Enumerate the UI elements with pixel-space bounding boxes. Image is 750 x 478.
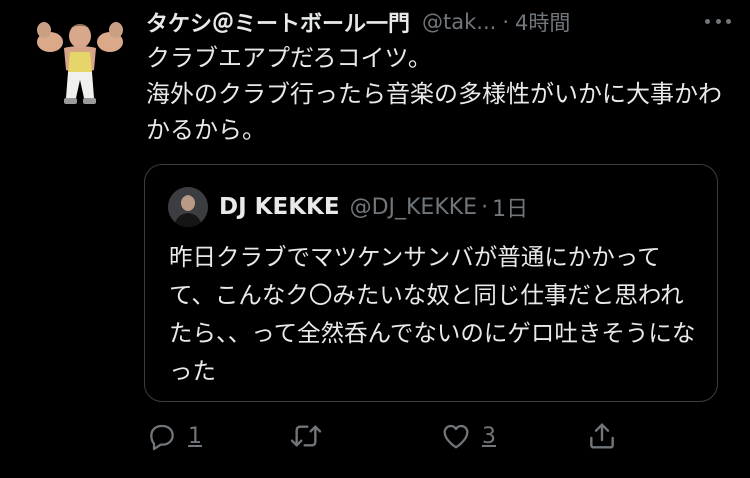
like-count[interactable]: 3 xyxy=(482,424,496,449)
share-icon xyxy=(590,423,614,449)
separator-dot: · xyxy=(481,194,489,220)
heart-icon xyxy=(443,424,469,449)
author-avatar[interactable] xyxy=(34,16,126,108)
author-handle[interactable]: @tak... xyxy=(422,10,496,34)
reply-count[interactable]: 1 xyxy=(188,424,202,449)
quoted-tweet-timestamp: 1日 xyxy=(492,197,529,222)
tweet-timestamp[interactable]: 4時間 xyxy=(515,7,570,37)
retweet-icon xyxy=(290,425,322,447)
quoted-tweet-card[interactable]: DJ KEKKE @DJ_KEKKE · 1日 昨日クラブでマツケンサンバが普通… xyxy=(144,164,718,402)
quoted-author-name: DJ KEKKE xyxy=(219,194,340,220)
more-horizontal-icon[interactable] xyxy=(702,8,734,34)
share-button[interactable] xyxy=(586,416,618,456)
quoted-tweet-header: DJ KEKKE @DJ_KEKKE · 1日 xyxy=(219,189,528,225)
author-name[interactable]: タケシ＠ミートボール一門 xyxy=(146,6,410,38)
tweet-text: クラブエアプだろコイツ。 海外のクラブ行ったら音楽の多様性がいかに大事かわかるか… xyxy=(146,44,722,144)
tweet-actions: 1 3 xyxy=(146,416,626,456)
quoted-tweet-text: 昨日クラブでマツケンサンバが普通にかかってて、こんなク〇みたいな奴と同じ仕事だと… xyxy=(169,243,696,385)
separator-dot: · xyxy=(502,10,509,34)
quoted-author-handle: @DJ_KEKKE xyxy=(349,194,478,220)
retweet-button[interactable] xyxy=(288,416,334,456)
tweet-header: タケシ＠ミートボール一門 @tak... · 4時間 xyxy=(146,4,710,40)
quoted-author-avatar xyxy=(168,187,208,227)
like-button[interactable]: 3 xyxy=(440,416,496,456)
reply-button[interactable]: 1 xyxy=(146,416,202,456)
reply-icon xyxy=(150,424,174,451)
